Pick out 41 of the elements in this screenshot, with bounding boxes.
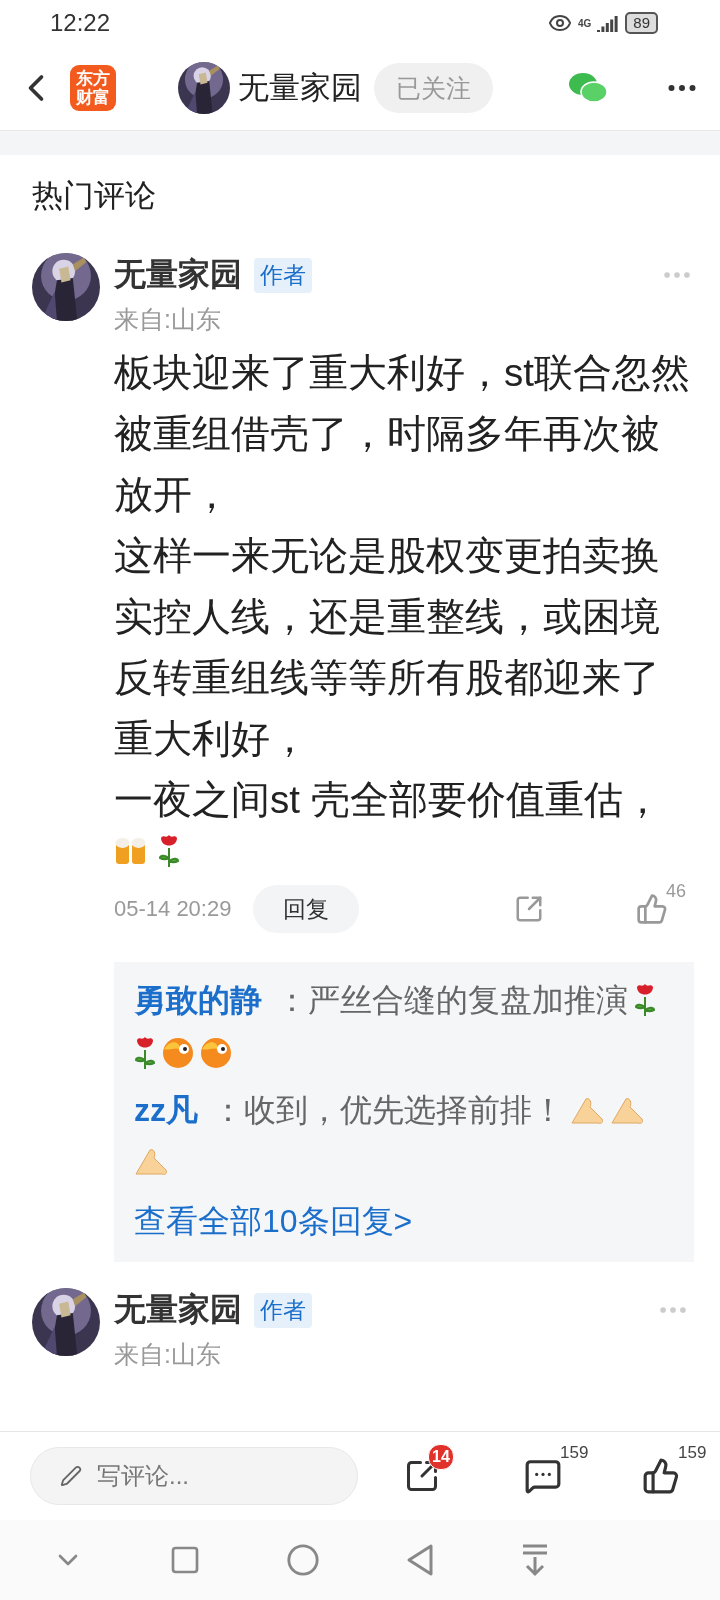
pull-down-icon[interactable] [520, 1543, 550, 1577]
view-all-replies-link[interactable]: 查看全部10条回复> [134, 1200, 413, 1244]
battery-indicator: 89 [625, 12, 658, 34]
comment-count: 159 [560, 1443, 589, 1463]
comment-author[interactable]: 无量家园 [114, 253, 242, 297]
reply-text: ：严丝合缝的复盘加推演 [276, 981, 628, 1020]
author-name[interactable]: 无量家园 [238, 67, 362, 109]
network-type: 4G [577, 17, 592, 29]
section-title: 热门评论 [31, 177, 157, 215]
signal-icon [597, 14, 620, 32]
comment-input-field[interactable]: 写评论... [30, 1447, 358, 1505]
comment-icon[interactable] [524, 1457, 562, 1495]
thumbs-up-icon[interactable] [642, 1457, 680, 1495]
status-time: 12:22 [50, 9, 111, 37]
comment-author[interactable]: 无量家园 [114, 1288, 242, 1332]
thumbs-up-icon[interactable] [636, 893, 668, 925]
comment-text: 板块迎来了重大利好，st联合忽然 被重组借壳了，时隔多年再次被 放开， 这样一来无论是股权变更拍卖换 实控人线，还是重整线，或困境 反转重组线等等所有股都迎来了 重大利好， 一夜之间st 壳全部要价值重估， [114, 350, 691, 823]
like-count: 46 [666, 881, 687, 902]
rose-icon [158, 834, 180, 868]
beer-mugs-icon [114, 835, 148, 867]
face-icon [200, 1037, 232, 1069]
rose-icon [134, 1036, 156, 1070]
comment-location: 来自:山东 [114, 1339, 222, 1370]
follow-button[interactable]: 已关注 [374, 63, 493, 113]
reply-author-link[interactable]: zz凡 [134, 1086, 198, 1134]
author-badge: 作者 [254, 1292, 312, 1328]
app-logo[interactable]: 东方 财富 [70, 65, 116, 111]
pen-icon [60, 1465, 82, 1487]
comment-location: 来自:山东 [114, 304, 222, 335]
rose-icon [634, 983, 656, 1017]
home-icon[interactable] [286, 1543, 320, 1577]
recents-icon[interactable] [169, 1544, 201, 1576]
like-count: 159 [678, 1443, 707, 1463]
author-badge: 作者 [254, 257, 312, 293]
wechat-icon[interactable] [568, 71, 608, 105]
reply-author-link[interactable]: 勇敢的静 [134, 976, 262, 1024]
reply-button[interactable]: 回复 [253, 885, 360, 933]
reply-text: ：收到，优先选择前排！ [212, 1091, 564, 1130]
share-count-badge: 14 [428, 1444, 454, 1470]
face-icon [162, 1037, 194, 1069]
comment-time: 05-14 20:29 [114, 896, 232, 922]
